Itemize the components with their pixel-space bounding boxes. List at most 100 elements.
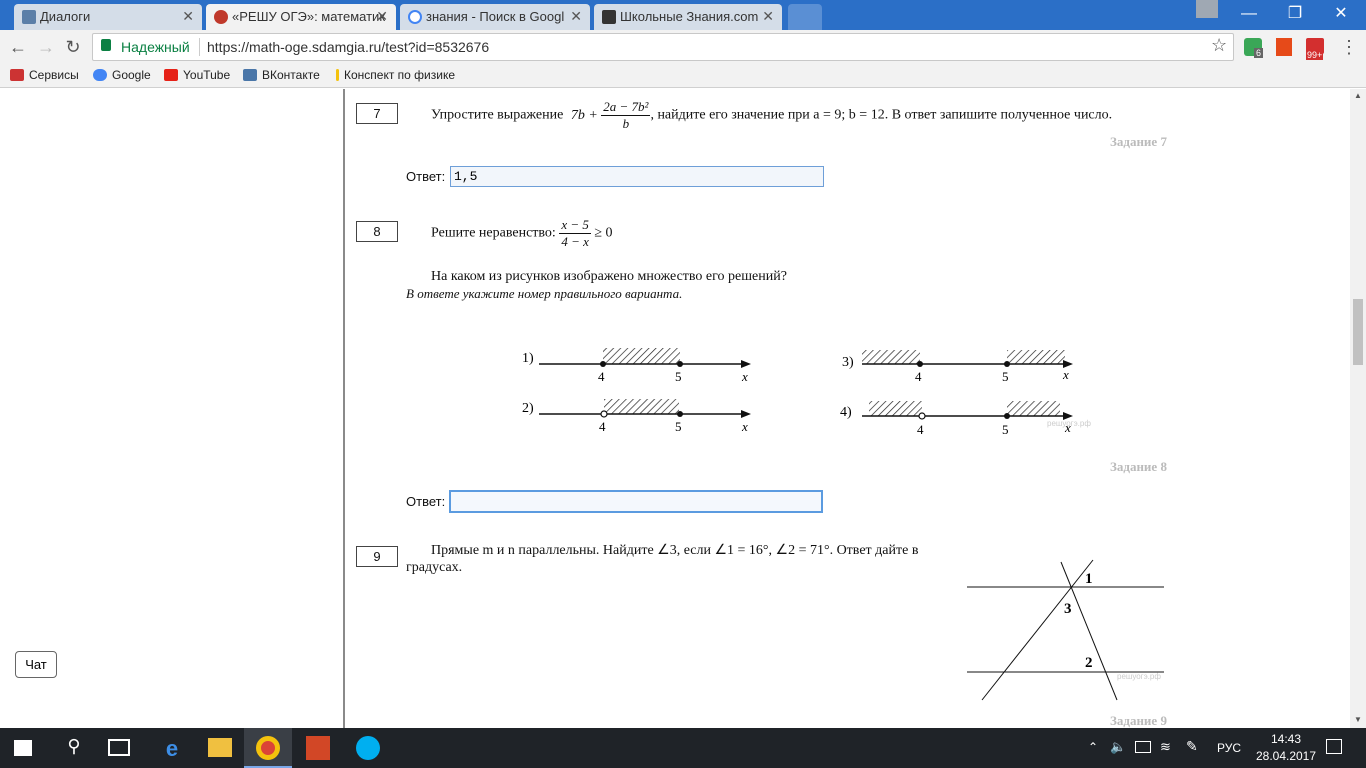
close-icon[interactable]: ✕ bbox=[762, 8, 774, 25]
q8-text-after: ≥ 0 bbox=[594, 225, 613, 241]
bookmark-google[interactable]: Google bbox=[93, 68, 151, 82]
chat-button[interactable]: Чат bbox=[15, 651, 57, 678]
apps-grid-icon bbox=[10, 69, 24, 81]
task-view-icon[interactable] bbox=[108, 739, 130, 756]
hatched-region bbox=[869, 401, 922, 416]
divider bbox=[199, 38, 200, 56]
scroll-up-icon[interactable]: ▲ bbox=[1354, 91, 1362, 100]
pen-icon[interactable]: ✎ bbox=[1186, 738, 1198, 755]
search-icon[interactable]: ⚲ bbox=[62, 736, 86, 760]
axis-arrow bbox=[741, 360, 751, 368]
tab-znanija[interactable]: Школьные Знания.com ✕ bbox=[594, 4, 782, 30]
option-label: 1) bbox=[522, 351, 534, 366]
hatched-region bbox=[1007, 401, 1060, 416]
volume-icon[interactable]: 🔈 bbox=[1110, 739, 1126, 755]
bookmark-label: Сервисы bbox=[29, 68, 79, 82]
hatched-region bbox=[862, 350, 920, 364]
network-icon[interactable] bbox=[1135, 741, 1151, 753]
tick-label: 5 bbox=[1002, 422, 1009, 437]
watermark: решуогэ.рф bbox=[1117, 672, 1161, 681]
tick-label: 4 bbox=[917, 422, 924, 437]
profile-icon[interactable] bbox=[1196, 0, 1218, 18]
znanija-icon bbox=[602, 10, 616, 24]
new-tab-button[interactable] bbox=[788, 4, 822, 30]
filled-point bbox=[917, 361, 923, 367]
scrollbar-thumb[interactable] bbox=[1353, 299, 1363, 365]
tick-label: 4 bbox=[599, 419, 606, 434]
hatched-region bbox=[603, 348, 680, 364]
edge-browser-icon[interactable]: e bbox=[160, 736, 184, 761]
reshu-oge-icon bbox=[214, 10, 228, 24]
axis-name: x bbox=[741, 419, 748, 434]
skype-icon[interactable] bbox=[356, 736, 380, 760]
bookmark-star-icon[interactable]: ☆ bbox=[1211, 35, 1227, 56]
q7-text-before: Упростите выражение bbox=[431, 107, 564, 123]
close-icon[interactable]: ✕ bbox=[570, 8, 582, 25]
restore-icon[interactable]: ❐ bbox=[1280, 4, 1310, 24]
chrome-icon bbox=[256, 736, 280, 760]
tab-label: знания - Поиск в Googl bbox=[426, 9, 565, 24]
tab-google-search[interactable]: знания - Поиск в Googl ✕ bbox=[400, 4, 590, 30]
angle-label: 3 bbox=[1064, 601, 1072, 617]
task-tag: Задание 9 bbox=[1110, 713, 1167, 728]
wifi-icon[interactable]: ≋ bbox=[1160, 739, 1171, 755]
tab-label: Школьные Знания.com bbox=[620, 9, 759, 24]
back-icon[interactable]: ← bbox=[7, 37, 29, 57]
bookmark-services[interactable]: Сервисы bbox=[10, 68, 79, 82]
file-explorer-icon[interactable] bbox=[208, 738, 232, 757]
answer-input-7[interactable] bbox=[450, 166, 824, 187]
q9-text-line1: Прямые m и n параллельны. Найдите ∠3, ес… bbox=[431, 543, 919, 558]
filled-point bbox=[677, 411, 683, 417]
option-label: 4) bbox=[840, 405, 852, 420]
tab-label: Диалоги bbox=[40, 9, 91, 24]
vk-chat-icon bbox=[22, 10, 36, 24]
extension-badge: 6 bbox=[1254, 48, 1264, 58]
address-bar[interactable]: Надежный https://math-oge.sdamgia.ru/tes… bbox=[92, 33, 1234, 61]
answer-input-8[interactable] bbox=[449, 490, 823, 513]
option-label: 2) bbox=[522, 401, 534, 416]
q8-frac-num: x − 5 bbox=[559, 217, 591, 234]
extension-shield-icon[interactable]: 6 bbox=[1244, 38, 1264, 58]
scroll-down-icon[interactable]: ▼ bbox=[1354, 715, 1362, 724]
option-1-line: 1) 4 5 x bbox=[522, 348, 751, 384]
youtube-icon bbox=[164, 69, 178, 81]
bookmarks-bar: Сервисы Google YouTube ВКонтакте Конспек… bbox=[0, 64, 1366, 88]
question-number: 9 bbox=[356, 546, 398, 567]
language-indicator[interactable]: РУС bbox=[1217, 741, 1241, 755]
vk-icon bbox=[243, 69, 257, 81]
tick-label: 4 bbox=[915, 369, 922, 384]
axis-name: x bbox=[741, 369, 748, 384]
bookmark-vk[interactable]: ВКонтакте bbox=[243, 68, 320, 82]
q7-fraction: 2a − 7b² b bbox=[601, 99, 651, 132]
angle-label: 1 bbox=[1085, 571, 1093, 587]
axis-arrow bbox=[741, 410, 751, 418]
reload-icon[interactable]: ↻ bbox=[62, 37, 84, 57]
notifications-icon[interactable] bbox=[1326, 739, 1342, 754]
tab-reshu-oge[interactable]: «РЕШУ ОГЭ»: математик ✕ bbox=[206, 4, 396, 30]
bookmark-physics-notes[interactable]: Конспект по физике bbox=[336, 68, 455, 82]
close-icon[interactable]: ✕ bbox=[182, 8, 194, 25]
clock-date[interactable]: 28.04.2017 bbox=[1253, 749, 1319, 763]
extension-mail-icon[interactable]: 99+ bbox=[1306, 38, 1324, 60]
window-close-icon[interactable]: ✕ bbox=[1326, 4, 1356, 24]
close-icon[interactable]: ✕ bbox=[376, 8, 388, 25]
test-content: 7 Упростите выражение 7b + 2a − 7b² b , … bbox=[347, 89, 1350, 728]
page-scrollbar[interactable]: ▲ ▼ bbox=[1350, 89, 1366, 728]
minimize-icon[interactable]: — bbox=[1234, 4, 1264, 24]
forward-icon[interactable]: → bbox=[35, 37, 57, 57]
question-8-text: Решите неравенство: x − 5 4 − x ≥ 0 bbox=[431, 217, 613, 250]
office-icon[interactable] bbox=[1276, 38, 1292, 56]
bookmark-youtube[interactable]: YouTube bbox=[164, 68, 230, 82]
tray-chevron-icon[interactable]: ⌃ bbox=[1088, 740, 1098, 754]
extension-badge: 99+ bbox=[1306, 50, 1324, 60]
clock-time[interactable]: 14:43 bbox=[1266, 732, 1306, 746]
bookmark-label: Google bbox=[112, 68, 151, 82]
number-line-options: 1) 4 5 x 2) 4 5 x 3) 4 5 x 4) 4 5 x решу… bbox=[522, 348, 1091, 437]
menu-dots-icon[interactable]: ⋮ bbox=[1338, 37, 1360, 57]
powerpoint-icon[interactable] bbox=[306, 736, 330, 760]
axis-name: x bbox=[1062, 367, 1069, 382]
q9-text-line2: градусах. bbox=[406, 560, 463, 575]
windows-start-icon[interactable] bbox=[14, 740, 32, 756]
tab-dialogs[interactable]: Диалоги ✕ bbox=[14, 4, 202, 30]
chrome-taskbar-button[interactable] bbox=[244, 728, 292, 768]
